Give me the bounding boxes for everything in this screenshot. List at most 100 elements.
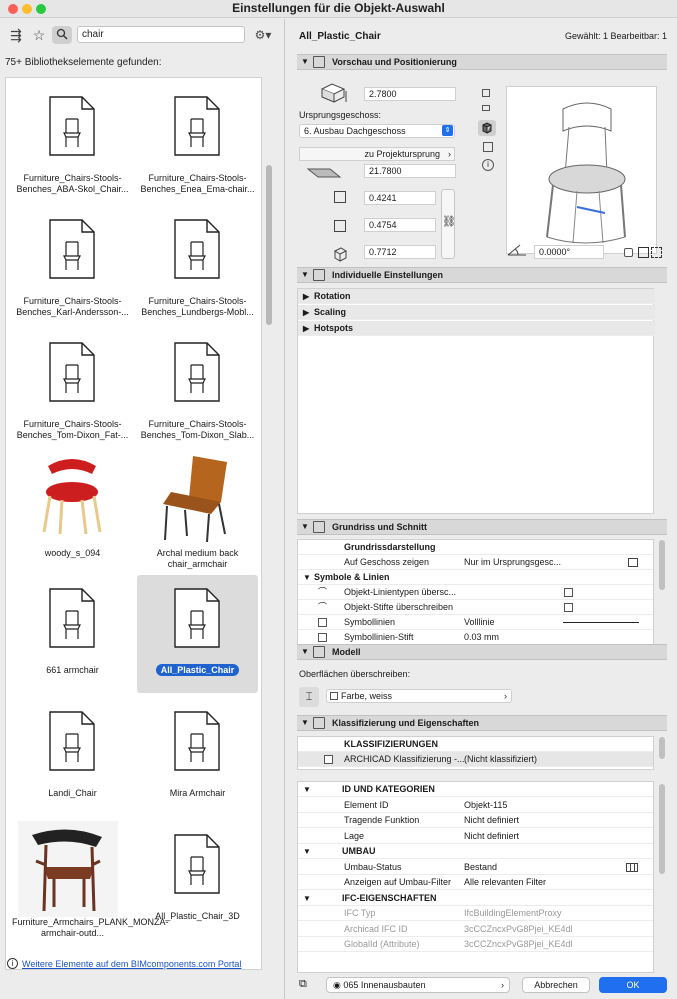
row-override-linetypes[interactable]: ⌒ Objekt-Linientypen übersc... — [298, 585, 653, 600]
row-label: Umbau-Status — [344, 861, 402, 872]
library-item[interactable]: All_Plastic_Chair_3D — [137, 821, 258, 939]
property-group[interactable]: ▼ ID UND KATEGORIEN — [298, 782, 653, 797]
row-label: Tragende Funktion — [344, 815, 420, 825]
view-2d-icon[interactable] — [482, 89, 490, 97]
library-scrollbar[interactable] — [266, 165, 272, 325]
property-row[interactable]: Element ID Objekt-115 — [298, 798, 653, 813]
library-item[interactable]: 661 armchair — [12, 575, 133, 693]
select-chevron-icon: ⇕ — [442, 125, 453, 136]
mirror-y-icon[interactable] — [651, 247, 662, 258]
property-row[interactable]: Lage Nicht definiert — [298, 829, 653, 844]
pen-swatch-icon — [318, 633, 327, 642]
portal-link[interactable]: Weitere Elemente auf dem BIMcomponents.c… — [22, 959, 241, 969]
search-icon[interactable] — [52, 26, 72, 44]
override-linetypes-checkbox[interactable] — [564, 588, 573, 597]
layer-select[interactable]: ◉ 065 Innenausbauten › — [326, 977, 510, 993]
property-row[interactable]: Umbau-Status Bestand — [298, 860, 653, 875]
library-item[interactable]: Furniture_Chairs-Stools-Benches_Tom-Dixo… — [137, 329, 258, 447]
z-size-field[interactable]: 0.7712 — [364, 245, 436, 259]
property-row[interactable]: Anzeigen auf Umbau-Filter Alle relevanten… — [298, 875, 653, 890]
info-icon[interactable]: i — [482, 159, 494, 171]
model-cube-icon — [313, 646, 325, 658]
section-classification-header[interactable]: ▼ Klassifizierung und Eigenschaften — [297, 715, 667, 731]
x-size-field[interactable]: 0.4241 — [364, 191, 436, 205]
override-pens-checkbox[interactable] — [564, 603, 573, 612]
library-item-label: Landi_Chair — [48, 788, 97, 798]
library-item-label: All_Plastic_Chair_3D — [155, 911, 240, 921]
property-row[interactable]: IFC Typ IfcBuildingElementProxy — [298, 906, 653, 921]
chair-preview-icon — [546, 102, 626, 244]
cancel-button[interactable]: Abbrechen — [522, 977, 590, 993]
view-section-icon[interactable] — [483, 142, 493, 152]
property-row[interactable]: Tragende Funktion Nicht definiert — [298, 813, 653, 828]
row-show-on-stories[interactable]: Auf Geschoss zeigen Nur im Ursprungsgesc.… — [298, 555, 653, 570]
info-icon: i — [7, 958, 18, 969]
library-item[interactable]: Furniture_Chairs-Stools-Benches_Tom-Dixo… — [12, 329, 133, 447]
classification-checkbox[interactable] — [324, 755, 333, 764]
library-item[interactable]: All_Plastic_Chair — [137, 575, 258, 693]
floorplan-scrollbar[interactable] — [659, 540, 665, 590]
surface-color-swatch — [330, 692, 338, 700]
gear-icon[interactable]: ⚙▾ — [251, 26, 275, 44]
mirror-x-icon[interactable] — [638, 247, 649, 258]
rotation-angle-icon — [506, 243, 528, 257]
ok-button[interactable]: OK — [599, 977, 667, 993]
classification-scrollbar[interactable] — [659, 737, 665, 759]
property-row[interactable]: Archicad IFC ID 3cCCZncxPvG8Pjei_KE4dl — [298, 922, 653, 937]
property-group[interactable]: ▼ IFC-EIGENSCHAFTEN — [298, 891, 653, 906]
row-override-pens[interactable]: ⌒ Objekt-Stifte überschreiben — [298, 600, 653, 615]
view-plan-icon[interactable] — [482, 105, 490, 111]
rotation-angle-field[interactable]: 0.0000° — [534, 245, 604, 259]
properties-scrollbar[interactable] — [659, 784, 665, 874]
library-grid: Furniture_Chairs-Stools-Benches_ABA-Skol… — [5, 77, 262, 970]
library-item[interactable]: Furniture_Chairs-Stools-Benches_ABA-Skol… — [12, 83, 133, 201]
library-item[interactable]: Archal medium back chair_armchair — [137, 452, 258, 570]
row-value: Nur im Ursprungsgesc... — [464, 557, 562, 567]
home-story-select[interactable]: 6. Ausbau Dachgeschoss ⇕ — [299, 124, 455, 138]
section-preview-header[interactable]: ▼ Vorschau und Positionierung — [297, 54, 667, 70]
view-3d-icon[interactable] — [478, 120, 496, 136]
row-symbol-lines[interactable]: Symbollinien Volllinie — [298, 615, 653, 630]
group-floorplan-display[interactable]: Grundrissdarstellung — [298, 540, 653, 555]
document-chair-icon — [174, 588, 220, 648]
project-origin-select[interactable]: zu Projektursprung › — [299, 147, 455, 161]
height-z-icon — [332, 246, 348, 262]
library-item[interactable]: woody_s_094 — [12, 452, 133, 570]
group-symbols-lines[interactable]: ▼ Symbole & Linien — [298, 570, 653, 585]
library-item[interactable]: Furniture_Chairs-Stools-Benches_Lundberg… — [137, 206, 258, 324]
close-window-button[interactable] — [8, 4, 18, 14]
library-panel: ⇶ ☆ chair ⚙▾ 75+ Bibliothekselemente gef… — [0, 19, 285, 999]
library-item[interactable]: Landi_Chair — [12, 698, 133, 816]
row-value: Alle relevanten Filter — [464, 877, 547, 887]
property-row[interactable]: GlobalId (Attribute) 3cCCZncxPvG8Pjei_KE4… — [298, 937, 653, 952]
section-floorplan-header[interactable]: ▼ Grundriss und Schnitt — [297, 519, 667, 535]
section-custom-header[interactable]: ▼ Individuelle Einstellungen — [297, 267, 667, 283]
row-label: IFC Typ — [344, 908, 376, 918]
library-item[interactable]: Mira Armchair — [137, 698, 258, 816]
section-model-header[interactable]: ▼ Modell — [297, 644, 667, 660]
mirror-checkbox[interactable] — [624, 248, 633, 257]
zoom-window-button[interactable] — [36, 4, 46, 14]
height-field[interactable]: 2.7800 — [364, 87, 456, 101]
favorites-star-icon[interactable]: ☆ — [29, 26, 49, 44]
library-item-label: All_Plastic_Chair — [137, 664, 258, 676]
chain-link-icon[interactable]: ⛓ — [442, 215, 456, 228]
browse-icon[interactable]: ⇶ — [6, 26, 26, 44]
library-item[interactable]: Furniture_Chairs-Stools-Benches_Karl-And… — [12, 206, 133, 324]
tree-item-hotspots[interactable]: ▶ Hotspots — [298, 321, 655, 336]
row-symbol-line-pen[interactable]: Symbollinien-Stift 0.03 mm — [298, 630, 653, 644]
row-archicad-classification[interactable]: ARCHICAD Klassifizierung -... (Nicht klas… — [298, 752, 653, 767]
row-label: Grundrissdarstellung — [344, 542, 436, 552]
library-item[interactable]: Furniture_Armchairs_PLANK_MONZA-armchair… — [12, 821, 169, 939]
minimize-window-button[interactable] — [22, 4, 32, 14]
property-group[interactable]: ▼ UMBAU — [298, 844, 653, 859]
surface-select[interactable]: Farbe, weiss › — [326, 689, 512, 703]
tree-item-scaling[interactable]: ▶ Scaling — [298, 305, 655, 320]
surface-brush-icon[interactable]: ⌶ — [299, 687, 319, 707]
tree-item-rotation[interactable]: ▶ Rotation — [298, 289, 655, 304]
document-chair-icon — [49, 711, 95, 771]
y-size-field[interactable]: 0.4754 — [364, 218, 436, 232]
elevation-field[interactable]: 21.7800 — [364, 164, 456, 178]
library-item[interactable]: Furniture_Chairs-Stools-Benches_Enea_Ema… — [137, 83, 258, 201]
search-input[interactable]: chair — [77, 26, 245, 43]
